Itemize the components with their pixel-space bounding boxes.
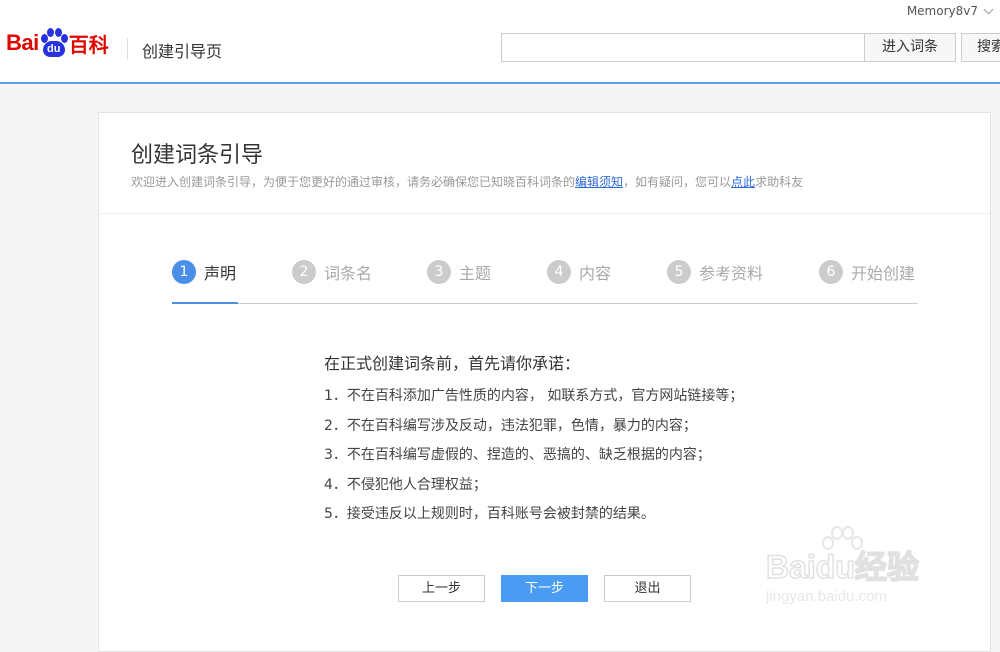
step-label: 词条名 <box>324 264 373 283</box>
card-divider <box>99 213 990 214</box>
logo-divider <box>127 38 128 60</box>
step-label: 参考资料 <box>699 264 764 283</box>
step-6: 6 开始创建 <box>819 259 915 285</box>
page-name: 创建引导页 <box>142 42 223 61</box>
step-label: 声明 <box>204 264 237 283</box>
user-menu[interactable]: Memory8v7 <box>907 4 994 18</box>
help-link[interactable]: 点此 <box>731 175 755 189</box>
step-3: 3 主题 <box>427 259 491 285</box>
step-5: 5 参考资料 <box>667 259 763 285</box>
step-number: 4 <box>547 260 571 284</box>
top-header: Memory8v7 Bai du 百科 创建引导页 进入词条 搜索 <box>0 0 1000 84</box>
next-step-button[interactable]: 下一步 <box>501 575 588 602</box>
subtitle-text-3: 求助科友 <box>755 175 804 189</box>
step-4: 4 内容 <box>547 259 611 285</box>
step-label: 内容 <box>579 264 612 283</box>
baidu-baike-logo[interactable]: Bai du 百科 <box>6 26 109 60</box>
logo-bai-text: Bai <box>6 30 39 55</box>
steps-active-indicator <box>172 302 238 304</box>
paw-icon: du <box>40 28 68 58</box>
search-button[interactable]: 搜索 <box>961 33 1000 62</box>
step-2: 2 词条名 <box>292 259 372 285</box>
logo-baike-text: 百科 <box>68 32 109 57</box>
enter-entry-button[interactable]: 进入词条 <box>865 33 956 62</box>
step-number: 2 <box>292 260 316 284</box>
username[interactable]: Memory8v7 <box>907 4 978 18</box>
search-input[interactable] <box>501 33 865 62</box>
step-number: 6 <box>819 260 843 284</box>
term-item: 2．不在百科编写涉及反动，违法犯罪，色情，暴力的内容； <box>324 417 697 434</box>
steps-track <box>172 303 918 304</box>
step-indicator: 1 声明 2 词条名 3 主题 4 内容 5 参考资料 6 开始创建 <box>172 259 918 305</box>
term-item: 3．不在百科编写虚假的、捏造的、恶搞的、缺乏根据的内容； <box>324 447 711 463</box>
edit-guide-link[interactable]: 编辑须知 <box>575 175 623 189</box>
subtitle-text-2: ，如有疑问，您可以 <box>623 175 732 189</box>
step-label: 开始创建 <box>851 264 916 283</box>
subtitle-text-1: 欢迎进入创建词条引导，为便于您更好的通过审核，请务必确保您已知晓百科词条的 <box>131 175 576 189</box>
terms-title: 在正式创建词条前，首先请你承诺： <box>324 354 581 373</box>
step-number: 3 <box>427 260 451 284</box>
term-item: 4．不侵犯他人合理权益； <box>324 476 487 493</box>
term-item: 5．接受违反以上规则时，百科账号会被封禁的结果。 <box>324 506 655 522</box>
terms-block: 在正式创建词条前，首先请你承诺： 1．不在百科添加广告性质的内容， 如联系方式，… <box>324 350 743 530</box>
baidu-jingyan-watermark: Baidu经验 jingyan.baidu.com <box>765 526 986 616</box>
term-item: 1．不在百科添加广告性质的内容， 如联系方式，官方网站链接等； <box>324 388 744 404</box>
step-1: 1 声明 <box>172 259 236 285</box>
chevron-down-icon[interactable] <box>983 4 994 14</box>
step-number: 5 <box>667 260 691 284</box>
watermark-url: jingyan.baidu.com <box>766 588 887 605</box>
logo-du-text: du <box>42 41 65 57</box>
page-subtitle: 欢迎进入创建词条引导，为便于您更好的通过审核，请务必确保您已知晓百科词条的编辑须… <box>131 173 803 190</box>
step-label: 主题 <box>459 264 492 283</box>
watermark-logo: Baidu经验 <box>765 548 919 586</box>
step-number: 1 <box>172 260 196 284</box>
prev-step-button[interactable]: 上一步 <box>398 575 485 602</box>
page-title: 创建词条引导 <box>131 143 264 168</box>
exit-button[interactable]: 退出 <box>604 575 691 602</box>
